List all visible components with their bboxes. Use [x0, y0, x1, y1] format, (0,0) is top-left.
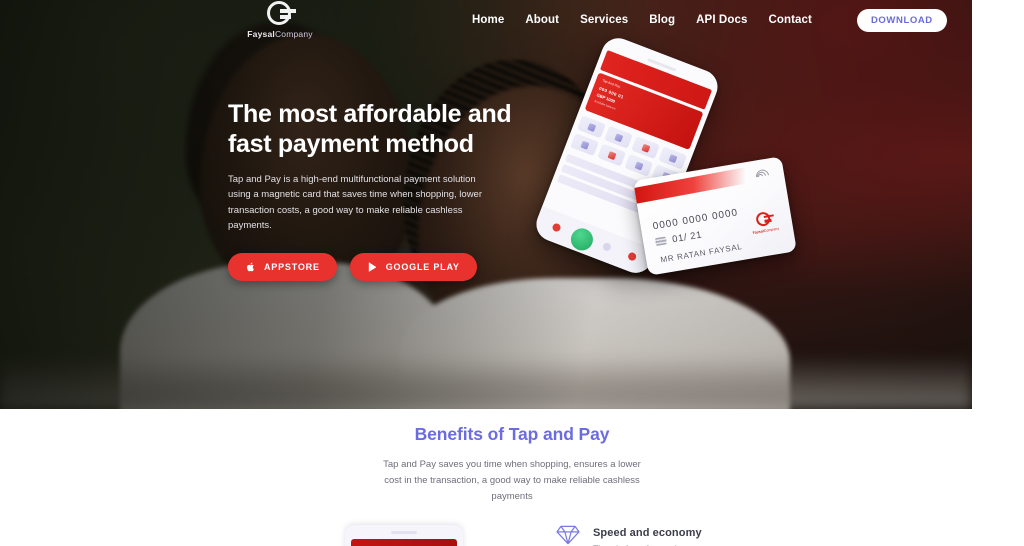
phone-tab-icon: [601, 241, 612, 252]
card-number: 0000 0000 0000: [652, 207, 739, 233]
phone-grid-icon: [624, 153, 654, 177]
feature-title: Speed and economy: [593, 527, 702, 539]
phone-grid-icon: [570, 133, 599, 157]
benefits-title: Benefits of Tap and Pay: [414, 424, 610, 444]
nav-item-about[interactable]: About: [525, 14, 559, 26]
contactless-icon: [753, 167, 773, 186]
brand-name-light: Company: [274, 29, 313, 39]
diamond-icon: [556, 525, 580, 545]
feature-phone-speaker: [391, 531, 417, 534]
nav-item-contact[interactable]: Contact: [768, 14, 812, 26]
appstore-button[interactable]: APPSTORE: [228, 252, 337, 281]
phone-tab-icon: [626, 251, 637, 262]
appstore-label: APPSTORE: [264, 261, 320, 272]
brand-name-bold: Faysal: [247, 29, 275, 39]
google-play-icon: [368, 261, 376, 272]
hero-copy: The most affordable and fast payment met…: [228, 100, 528, 281]
apple-icon: [247, 262, 254, 271]
card-brand-bold: Faysal: [752, 229, 765, 235]
hero-section: FaysalCompany Home About Services Blog A…: [0, 0, 972, 409]
hero-subtitle: Tap and Pay is a high-end multifunctiona…: [228, 174, 482, 232]
feature-text-block: Speed and economy The platform for moder…: [593, 519, 823, 546]
phone-grid-icon: [597, 143, 627, 167]
feature-phone-app-header: [351, 538, 457, 546]
hero-cta-row: APPSTORE GOOGLE PLAY: [228, 252, 528, 281]
feature-row: Speed and economy The platform for moder…: [0, 519, 1024, 546]
phone-tab-icon: [550, 222, 562, 233]
brand-logo[interactable]: FaysalCompany: [247, 1, 313, 39]
feature-item-speed-and-economy: Speed and economy The platform for moder…: [555, 519, 823, 546]
landing-page: FaysalCompany Home About Services Blog A…: [0, 0, 1024, 546]
nav-links: Home About Services Blog API Docs Contac…: [472, 8, 947, 32]
nav-item-home[interactable]: Home: [472, 14, 504, 26]
nav-item-services[interactable]: Services: [580, 14, 628, 26]
hero-title: The most affordable and fast payment met…: [228, 100, 512, 158]
phone-tab-bar: [531, 205, 657, 278]
product-mockup: Tap And Pay 000 000 01 GBP 1000 Availabl…: [531, 33, 797, 278]
faysal-c-mark-icon: [754, 211, 774, 229]
card-chip-icon: [654, 236, 668, 247]
download-button[interactable]: DOWNLOAD: [856, 8, 947, 32]
nav-item-api-docs[interactable]: API Docs: [696, 14, 747, 26]
main-navigation: FaysalCompany Home About Services Blog A…: [0, 0, 972, 40]
page-right-gutter: [972, 0, 1024, 409]
benefits-subtitle: Tap and Pay saves you time when shopping…: [383, 459, 641, 502]
faysal-c-mark-icon: [267, 1, 296, 27]
google-play-label: GOOGLE PLAY: [385, 261, 460, 272]
brand-name: FaysalCompany: [247, 29, 312, 39]
google-play-button[interactable]: GOOGLE PLAY: [349, 252, 477, 281]
card-expiry: 01/ 21: [671, 229, 703, 246]
card-brand-logo: FaysalCompany: [750, 210, 779, 235]
nav-item-blog[interactable]: Blog: [649, 14, 675, 26]
feature-phone-mockup: [345, 525, 463, 546]
